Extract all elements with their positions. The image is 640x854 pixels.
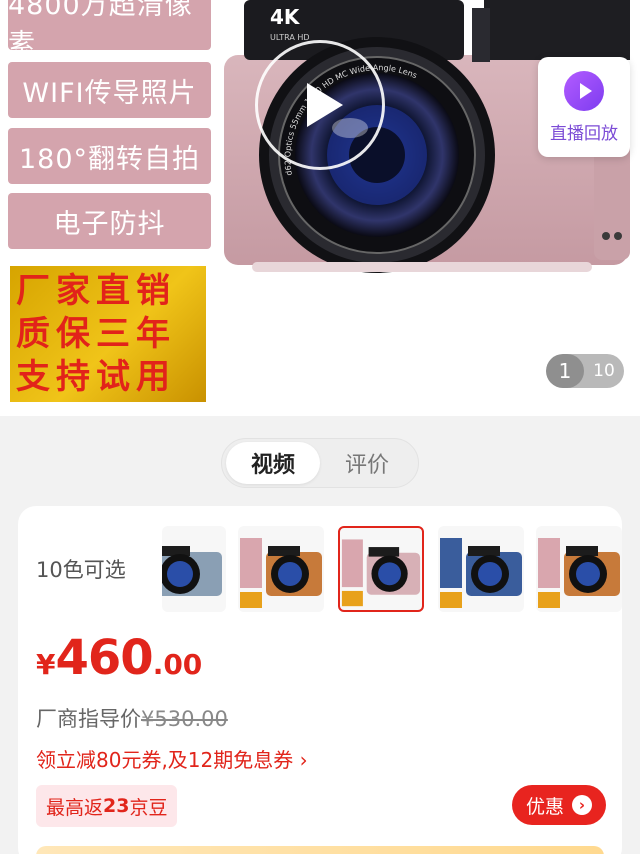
color-thumb-5[interactable]: [536, 526, 622, 612]
beans-count: 23: [103, 795, 130, 817]
price-currency: ¥: [36, 648, 56, 681]
play-video-button[interactable]: [255, 40, 385, 170]
pager-total: 10: [593, 361, 615, 381]
camera-thumb-navy-icon: [440, 538, 522, 608]
camera-thumb-orange-icon: [538, 538, 620, 608]
promo-line-trial: 支持试用: [16, 356, 176, 397]
product-gallery[interactable]: 4800万超清像素 WIFI传导照片 180°翻转自拍 电子防抖 厂家直销 质保…: [0, 0, 640, 416]
color-thumb-2[interactable]: [238, 526, 324, 612]
live-replay-button[interactable]: 直播回放: [538, 57, 630, 157]
camera-thumb-pink-icon: [341, 539, 421, 607]
camera-ultra-label: ULTRA HD: [270, 33, 310, 42]
beans-suffix: 京豆: [129, 796, 168, 819]
msrp-value: ¥530.00: [141, 707, 228, 731]
promo-line-warranty: 质保三年: [16, 313, 176, 354]
live-replay-icon: [564, 70, 604, 111]
color-options-label[interactable]: 10色可选: [36, 554, 126, 584]
promo-banner: 厂家直销 质保三年 支持试用: [10, 266, 206, 402]
discount-button[interactable]: 优惠 ›: [512, 785, 606, 825]
tab-reviews[interactable]: 评价: [320, 442, 414, 484]
coupon-link[interactable]: 领立减80元券,及12期免息券 ›: [36, 744, 308, 773]
gallery-pager: 1 10: [546, 354, 624, 388]
price-decimal: .00: [152, 648, 203, 681]
feature-tag-pixels: 4800万超清像素: [8, 0, 211, 60]
live-replay-label: 直播回放: [550, 123, 618, 144]
color-thumb-4[interactable]: [438, 526, 524, 612]
feature-tag-selfie: 180°翻转自拍: [8, 128, 211, 184]
product-info-card: 10色可选 ¥460.00 厂商指导价¥530.00 领立减80元券,及12期免…: [18, 506, 622, 854]
tab-video[interactable]: 视频: [226, 442, 320, 484]
bottom-promo-strip: [36, 846, 604, 854]
pager-current: 1: [546, 354, 584, 388]
media-tab-switch: 视频 评价: [221, 438, 419, 488]
msrp-label: 厂商指导价: [36, 707, 141, 731]
feature-tag-stabilization: 电子防抖: [8, 193, 211, 249]
discount-label: 优惠: [525, 795, 564, 818]
color-thumb-1[interactable]: [162, 526, 226, 612]
price: ¥460.00: [36, 630, 202, 686]
beans-prefix: 最高返: [46, 796, 104, 819]
price-integer: 460: [55, 630, 153, 686]
chevron-right-icon: ›: [572, 795, 592, 815]
promo-line-direct-sale: 厂家直销: [16, 271, 176, 312]
camera-thumb-blue-grey-icon: [162, 546, 222, 596]
play-icon: [307, 83, 343, 127]
color-thumb-3-selected[interactable]: [338, 526, 424, 612]
feature-tag-wifi: WIFI传导照片: [8, 62, 211, 118]
jd-beans-badge: 最高返 23 京豆: [36, 785, 178, 827]
camera-4k-label: 4K: [270, 5, 301, 29]
msrp: 厂商指导价¥530.00: [36, 703, 228, 733]
camera-thumb-brown-icon: [240, 538, 322, 608]
